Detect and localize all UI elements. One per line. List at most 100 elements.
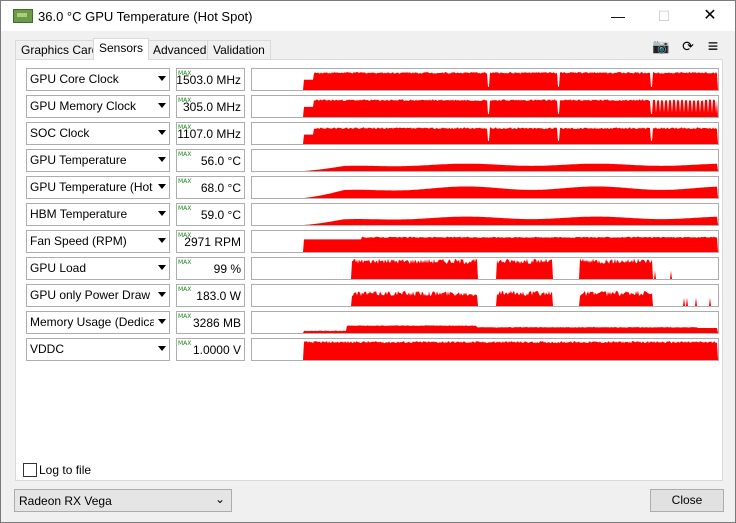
dropdown-arrow-icon xyxy=(158,157,166,162)
dropdown-arrow-icon xyxy=(158,319,166,324)
sensor-name: Fan Speed (RPM) xyxy=(30,234,127,248)
max-tag: MAX xyxy=(178,205,192,212)
sensor-name-dropdown[interactable]: SOC Clock xyxy=(26,122,170,145)
sensor-name-dropdown[interactable]: GPU Core Clock xyxy=(26,68,170,91)
gpu-z-window: 36.0 °C GPU Temperature (Hot Spot) — ☐ ✕… xyxy=(0,0,736,523)
sensor-name-dropdown[interactable]: GPU Temperature xyxy=(26,149,170,172)
menu-icon[interactable]: ≡ xyxy=(704,37,722,55)
sensor-row: GPU Temperature MAX 56.0 °C xyxy=(26,149,719,172)
sensor-graph xyxy=(251,122,719,145)
sensor-value: 1503.0 MHz xyxy=(176,73,241,87)
tab-sensors[interactable]: Sensors xyxy=(93,38,149,60)
sensor-graph-area xyxy=(252,71,718,90)
sensor-value: 1.0000 V xyxy=(192,343,241,357)
dropdown-arrow-icon xyxy=(158,238,166,243)
log-to-file-label[interactable]: Log to file xyxy=(39,463,91,477)
sensor-value-box: MAX 1107.0 MHz xyxy=(176,122,245,145)
sensor-graph-area xyxy=(252,127,718,144)
close-window-button[interactable]: ✕ xyxy=(687,1,733,31)
sensor-value: 68.0 °C xyxy=(200,181,241,195)
sensor-graph-svg xyxy=(252,258,718,279)
sensor-value: 1107.0 MHz xyxy=(177,127,241,141)
max-tag: MAX xyxy=(178,340,192,347)
sensor-value: 3286 MB xyxy=(192,316,241,330)
sensor-value-box: MAX 3286 MB xyxy=(176,311,245,334)
refresh-icon[interactable]: ⟳ xyxy=(679,37,697,55)
sensor-name: GPU Load xyxy=(30,261,87,275)
sensor-graph xyxy=(251,203,719,226)
sensor-name-dropdown[interactable]: GPU only Power Draw xyxy=(26,284,170,307)
sensor-graph-svg xyxy=(252,290,718,306)
close-button[interactable]: Close xyxy=(650,489,724,512)
sensor-name: GPU Memory Clock xyxy=(30,99,137,113)
sensor-name-dropdown[interactable]: VDDC xyxy=(26,338,170,361)
sensor-value: 59.0 °C xyxy=(200,208,241,222)
sensor-name: GPU Core Clock xyxy=(30,72,119,86)
tab-graphics-card[interactable]: Graphics Card xyxy=(15,40,98,59)
sensor-row: GPU Temperature (Hot Spot) MAX 68.0 °C xyxy=(26,176,719,199)
sensor-row: HBM Temperature MAX 59.0 °C xyxy=(26,203,719,226)
sensor-graph xyxy=(251,257,719,280)
sensor-graph-svg xyxy=(252,71,718,90)
sensor-graph xyxy=(251,284,719,307)
dropdown-arrow-icon xyxy=(158,103,166,108)
sensor-graph xyxy=(251,68,719,91)
sensor-name: Memory Usage (Dedicated) xyxy=(30,315,154,329)
sensor-name: HBM Temperature xyxy=(30,207,128,221)
dropdown-arrow-icon xyxy=(158,76,166,81)
sensor-name-dropdown[interactable]: GPU Temperature (Hot Spot) xyxy=(26,176,170,199)
sensor-graph xyxy=(251,95,719,118)
sensor-name-dropdown[interactable]: GPU Load xyxy=(26,257,170,280)
dropdown-arrow-icon xyxy=(158,265,166,270)
sensors-panel: GPU Core Clock MAX 1503.0 MHz GPU Memory Cl… xyxy=(15,59,723,481)
sensor-value-box: MAX 99 % xyxy=(176,257,245,280)
max-tag: MAX xyxy=(178,151,192,158)
gpu-select-dropdown[interactable]: Radeon RX Vega ⌄ xyxy=(14,489,232,512)
sensor-value: 56.0 °C xyxy=(200,154,241,168)
sensor-name: GPU Temperature (Hot Spot) xyxy=(30,180,154,194)
sensor-graph-svg xyxy=(252,186,718,198)
sensor-row: GPU Memory Clock MAX 305.0 MHz xyxy=(26,95,719,118)
sensor-graph xyxy=(251,338,719,361)
sensor-graph-area xyxy=(252,325,718,333)
window-title: 36.0 °C GPU Temperature (Hot Spot) xyxy=(38,9,253,24)
sensor-value: 183.0 W xyxy=(196,289,241,303)
dropdown-arrow-icon xyxy=(158,184,166,189)
sensor-graph-area xyxy=(252,99,718,117)
sensor-name: VDDC xyxy=(30,342,65,356)
sensor-value-box: MAX 183.0 W xyxy=(176,284,245,307)
sensor-value-box: MAX 59.0 °C xyxy=(176,203,245,226)
max-tag: MAX xyxy=(178,259,192,266)
max-tag: MAX xyxy=(178,286,192,293)
tab-advanced[interactable]: Advanced xyxy=(147,40,209,59)
sensor-value-box: MAX 1503.0 MHz xyxy=(176,68,245,91)
sensor-graph-svg xyxy=(252,325,718,333)
minimize-button[interactable]: — xyxy=(595,1,641,31)
sensor-graph xyxy=(251,230,719,253)
sensor-graph-area xyxy=(252,290,718,306)
sensor-graph-svg xyxy=(252,236,718,252)
sensor-name-dropdown[interactable]: GPU Memory Clock xyxy=(26,95,170,118)
sensor-value-box: MAX 2971 RPM xyxy=(176,230,245,253)
max-tag: MAX xyxy=(178,178,192,185)
chevron-down-icon: ⌄ xyxy=(214,492,225,506)
sensor-name: GPU Temperature xyxy=(30,153,127,167)
sensor-row: GPU only Power Draw MAX 183.0 W xyxy=(26,284,719,307)
max-tag: MAX xyxy=(178,313,192,320)
log-to-file-checkbox[interactable] xyxy=(23,463,37,477)
maximize-button[interactable]: ☐ xyxy=(641,1,687,31)
sensor-value-box: MAX 56.0 °C xyxy=(176,149,245,172)
dropdown-arrow-icon xyxy=(158,292,166,297)
sensor-value: 2971 RPM xyxy=(184,235,241,249)
dropdown-arrow-icon xyxy=(158,130,166,135)
sensor-name-dropdown[interactable]: Fan Speed (RPM) xyxy=(26,230,170,253)
title-bar: 36.0 °C GPU Temperature (Hot Spot) — ☐ ✕ xyxy=(1,1,735,31)
sensor-name-dropdown[interactable]: HBM Temperature xyxy=(26,203,170,226)
sensor-value: 99 % xyxy=(213,262,241,276)
sensor-name-dropdown[interactable]: Memory Usage (Dedicated) xyxy=(26,311,170,334)
sensor-graph-area xyxy=(252,236,718,252)
screenshot-camera-icon[interactable]: 📷 xyxy=(652,37,670,55)
sensor-row: VDDC MAX 1.0000 V xyxy=(26,338,719,361)
sensor-row: Memory Usage (Dedicated) MAX3286 MB xyxy=(26,311,719,334)
tab-validation[interactable]: Validation xyxy=(207,40,271,59)
